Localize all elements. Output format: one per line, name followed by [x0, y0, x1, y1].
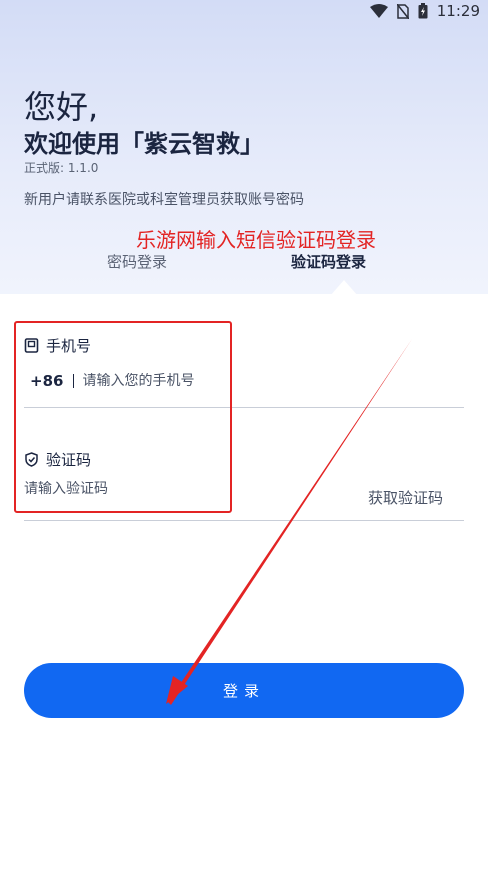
- account-notice: 新用户请联系医院或科室管理员获取账号密码: [24, 192, 304, 208]
- version-text: 正式版: 1.1.0: [24, 161, 99, 175]
- tab-password-login[interactable]: 密码登录: [107, 251, 167, 272]
- status-bar: 11:29: [0, 0, 488, 22]
- no-sim-icon: [396, 3, 409, 19]
- status-icons: 11:29: [369, 2, 480, 20]
- greeting-text: 您好,: [24, 88, 99, 126]
- welcome-title: 欢迎使用「紫云智救」: [24, 130, 264, 158]
- clock: 11:29: [436, 2, 480, 20]
- overlay-annotation: 乐游网输入短信验证码登录: [136, 228, 376, 252]
- login-button[interactable]: 登录: [24, 663, 464, 718]
- code-underline: [24, 520, 464, 521]
- battery-charging-icon: [418, 3, 428, 19]
- annotation-highlight-box: [14, 321, 232, 513]
- get-code-button[interactable]: 获取验证码: [368, 487, 443, 508]
- tab-sms-login[interactable]: 验证码登录: [291, 251, 366, 272]
- wifi-icon: [369, 4, 388, 18]
